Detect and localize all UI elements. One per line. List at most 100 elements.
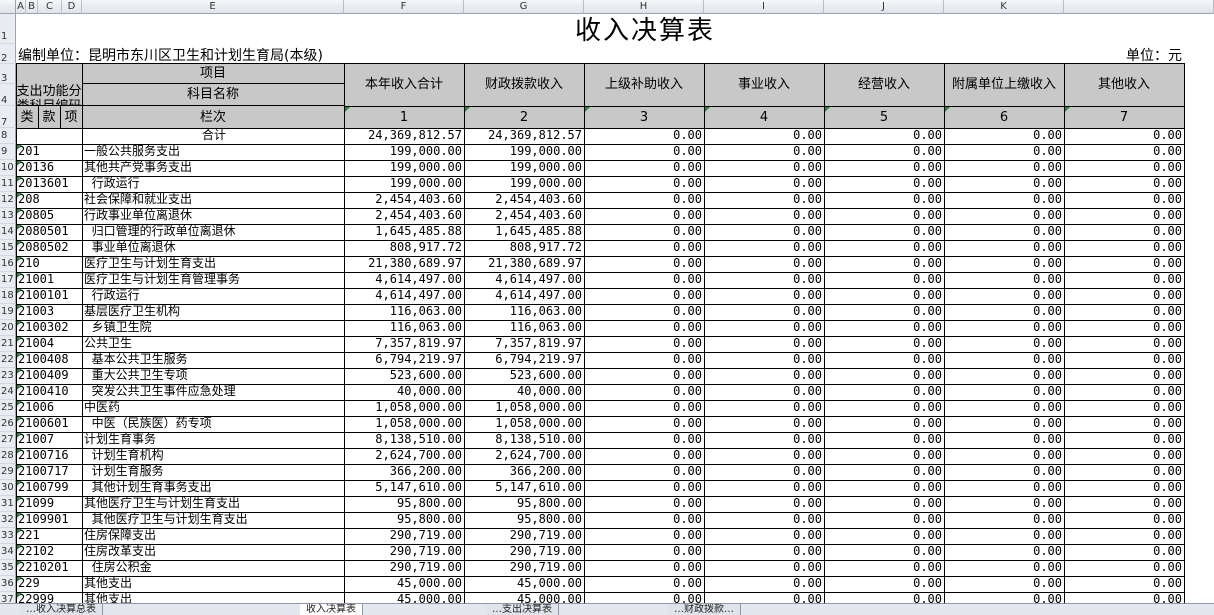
row-header-17[interactable]: 17 [0, 272, 16, 288]
cell-value[interactable]: 0.00 [1064, 480, 1184, 496]
cell-subject[interactable]: 基层医疗卫生机构 [82, 304, 344, 320]
cell-value[interactable]: 0.00 [824, 512, 944, 528]
cell-value[interactable]: 1,645,485.88 [344, 224, 464, 240]
cell-value[interactable]: 0.00 [944, 272, 1064, 288]
cell-code[interactable]: 21003 [16, 304, 82, 320]
cell-code[interactable]: 2100799 [16, 480, 82, 496]
row-header-3[interactable]: 3 [0, 64, 16, 84]
cell-subject[interactable]: 其他医疗卫生与计划生育支出 [82, 512, 344, 528]
cell-value[interactable]: 0.00 [944, 544, 1064, 560]
cell-value[interactable]: 366,200.00 [344, 464, 464, 480]
row-header-7[interactable]: 7 [0, 106, 16, 128]
column-header-a[interactable]: A [16, 0, 26, 14]
cell-code[interactable]: 2080501 [16, 224, 82, 240]
total-value[interactable]: 0.00 [704, 128, 824, 144]
row-header-18[interactable]: 18 [0, 288, 16, 304]
cell-code[interactable]: 2100716 [16, 448, 82, 464]
cell-code[interactable]: 201 [16, 144, 82, 160]
cell-value[interactable]: 0.00 [1064, 496, 1184, 512]
cell-value[interactable]: 0.00 [824, 368, 944, 384]
cell-value[interactable]: 0.00 [824, 384, 944, 400]
cell-value[interactable]: 0.00 [824, 416, 944, 432]
cell-value[interactable]: 0.00 [1064, 384, 1184, 400]
row-header-19[interactable]: 19 [0, 304, 16, 320]
cell-value[interactable]: 0.00 [944, 384, 1064, 400]
cell-value[interactable]: 0.00 [944, 528, 1064, 544]
cell-value[interactable]: 95,800.00 [344, 496, 464, 512]
cell-value[interactable]: 808,917.72 [464, 240, 584, 256]
cell-value[interactable]: 808,917.72 [344, 240, 464, 256]
cell-value[interactable]: 0.00 [584, 336, 704, 352]
cell-value[interactable]: 0.00 [704, 544, 824, 560]
cell-subject[interactable]: 基本公共卫生服务 [82, 352, 344, 368]
cell-value[interactable]: 0.00 [584, 432, 704, 448]
cell-value[interactable]: 0.00 [944, 368, 1064, 384]
cell-value[interactable]: 2,454,403.60 [344, 192, 464, 208]
cell-subject[interactable]: 医疗卫生与计划生育管理事务 [82, 272, 344, 288]
cell-subject[interactable]: 突发公共卫生事件应急处理 [82, 384, 344, 400]
cell-value[interactable]: 0.00 [824, 464, 944, 480]
cell-value[interactable]: 0.00 [944, 576, 1064, 592]
row-header-21[interactable]: 21 [0, 336, 16, 352]
cell-value[interactable]: 0.00 [824, 496, 944, 512]
cell-code[interactable]: 21006 [16, 400, 82, 416]
cell-subject[interactable]: 重大公共卫生专项 [82, 368, 344, 384]
cell-value[interactable]: 0.00 [704, 256, 824, 272]
cell-value[interactable]: 7,357,819.97 [464, 336, 584, 352]
cell-value[interactable]: 0.00 [1064, 528, 1184, 544]
cell-value[interactable]: 199,000.00 [344, 144, 464, 160]
cell-subject[interactable]: 公共卫生 [82, 336, 344, 352]
cell-value[interactable]: 1,058,000.00 [464, 416, 584, 432]
cell-code[interactable]: 20805 [16, 208, 82, 224]
row-header-12[interactable]: 12 [0, 192, 16, 208]
row-header-20[interactable]: 20 [0, 320, 16, 336]
cell-value[interactable]: 0.00 [704, 352, 824, 368]
row-header-2[interactable]: 2 [0, 44, 16, 64]
cell-value[interactable]: 0.00 [944, 400, 1064, 416]
cell-value[interactable]: 0.00 [824, 176, 944, 192]
cell-value[interactable]: 1,058,000.00 [344, 400, 464, 416]
row-header-4[interactable]: 4 [0, 84, 16, 106]
cell-value[interactable]: 0.00 [944, 256, 1064, 272]
cell-value[interactable]: 0.00 [824, 304, 944, 320]
cell-subject[interactable]: 住房改革支出 [82, 544, 344, 560]
total-value[interactable]: 24,369,812.57 [344, 128, 464, 144]
column-header-c[interactable]: C [38, 0, 62, 14]
cell-value[interactable]: 0.00 [824, 544, 944, 560]
cell-value[interactable]: 5,147,610.00 [344, 480, 464, 496]
cell-value[interactable]: 95,800.00 [344, 512, 464, 528]
cell-value[interactable]: 2,454,403.60 [464, 192, 584, 208]
cell-value[interactable]: 0.00 [704, 288, 824, 304]
cell-value[interactable]: 0.00 [704, 528, 824, 544]
cell-value[interactable]: 0.00 [1064, 448, 1184, 464]
spreadsheet[interactable]: ABCDEFGHIJK 1 2 3 4 7 8 9 10 11 12 13 14 15 16 17 18 19 2… [0, 0, 1214, 615]
cell-value[interactable]: 0.00 [584, 368, 704, 384]
cell-value[interactable]: 0.00 [1064, 240, 1184, 256]
cell-value[interactable]: 0.00 [824, 288, 944, 304]
cell-value[interactable]: 40,000.00 [344, 384, 464, 400]
cell-value[interactable]: 290,719.00 [344, 544, 464, 560]
cell-value[interactable]: 0.00 [704, 336, 824, 352]
cell-value[interactable]: 199,000.00 [464, 144, 584, 160]
cell-value[interactable]: 0.00 [584, 320, 704, 336]
cell-value[interactable]: 0.00 [824, 528, 944, 544]
cell-value[interactable]: 0.00 [824, 432, 944, 448]
row-header-26[interactable]: 26 [0, 416, 16, 432]
cell-value[interactable]: 2,454,403.60 [344, 208, 464, 224]
cell-value[interactable]: 0.00 [824, 576, 944, 592]
cell-code[interactable]: 2100409 [16, 368, 82, 384]
cell-value[interactable]: 366,200.00 [464, 464, 584, 480]
cell-value[interactable]: 0.00 [824, 208, 944, 224]
cell-value[interactable]: 0.00 [704, 480, 824, 496]
cell-code[interactable]: 2210201 [16, 560, 82, 576]
cell-value[interactable]: 0.00 [584, 272, 704, 288]
cell-code[interactable]: 21099 [16, 496, 82, 512]
cell-value[interactable]: 0.00 [704, 208, 824, 224]
cell-value[interactable]: 0.00 [704, 576, 824, 592]
sheet-tab-bar[interactable]: …收入决算总表 收入决算表 …支出决算表 …财政拨款… [0, 603, 1214, 615]
cell-value[interactable]: 0.00 [584, 288, 704, 304]
column-header-f[interactable]: F [344, 0, 464, 14]
cell-value[interactable]: 4,614,497.00 [464, 288, 584, 304]
cell-value[interactable]: 0.00 [824, 448, 944, 464]
cell-value[interactable]: 0.00 [944, 464, 1064, 480]
